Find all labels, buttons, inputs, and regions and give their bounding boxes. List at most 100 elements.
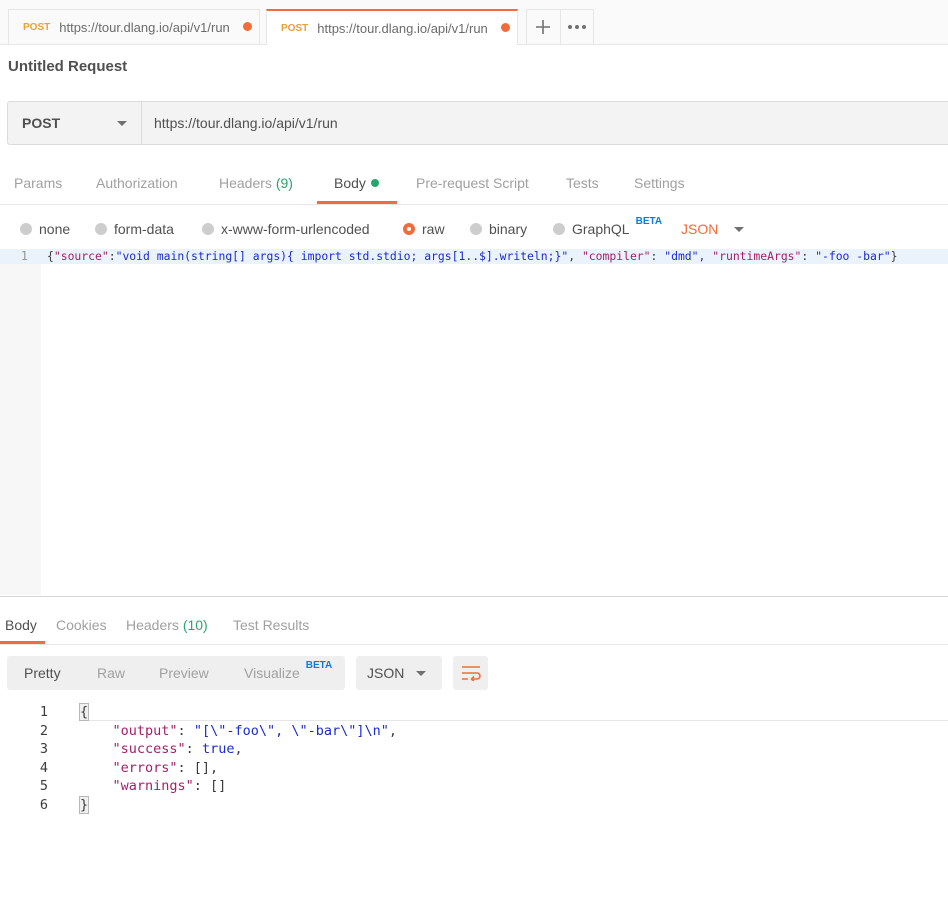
code-token: } bbox=[890, 249, 898, 263]
request-tab-active[interactable]: POST https://tour.dlang.io/api/v1/run bbox=[266, 9, 518, 45]
radio-raw-label: raw bbox=[422, 221, 445, 237]
tab-pre-request-script[interactable]: Pre-request Script bbox=[416, 162, 529, 204]
chevron-down-icon bbox=[416, 671, 426, 676]
request-title[interactable]: Untitled Request bbox=[8, 58, 127, 75]
editor-gutter bbox=[0, 249, 41, 595]
code-token: : bbox=[801, 249, 816, 263]
radio-form-data[interactable]: form-data bbox=[95, 212, 174, 246]
chevron-down-icon bbox=[117, 121, 127, 126]
tab-url-label: https://tour.dlang.io/api/v1/run bbox=[59, 19, 230, 35]
tab-headers[interactable]: Headers (9) bbox=[219, 162, 293, 204]
view-visualize-label: Visualize bbox=[244, 665, 300, 681]
view-preview-button[interactable]: Preview bbox=[159, 656, 209, 690]
response-tab-body[interactable]: Body bbox=[0, 605, 45, 644]
tab-tests[interactable]: Tests bbox=[566, 162, 599, 204]
radio-urlencoded[interactable]: x-www-form-urlencoded bbox=[202, 212, 370, 246]
tab-authorization[interactable]: Authorization bbox=[96, 162, 178, 204]
radio-circle-icon bbox=[470, 223, 482, 235]
body-indicator-dot-icon bbox=[370, 179, 379, 187]
code-token: "output" bbox=[112, 722, 178, 739]
code-token: : bbox=[650, 249, 665, 263]
unsaved-dot-icon bbox=[501, 23, 510, 32]
radio-form-data-label: form-data bbox=[114, 221, 174, 237]
method-select-value: POST bbox=[22, 115, 61, 131]
radio-circle-icon bbox=[95, 223, 107, 235]
request-body-editor[interactable]: 1 {"source":"void main(string[] args){ i… bbox=[0, 249, 948, 595]
url-input[interactable]: https://tour.dlang.io/api/v1/run bbox=[154, 102, 338, 144]
response-line-number: 4 bbox=[39, 759, 48, 776]
plus-icon bbox=[536, 20, 551, 34]
radio-raw[interactable]: raw bbox=[403, 212, 445, 246]
more-horizontal-icon bbox=[567, 25, 586, 29]
code-token: : [] bbox=[193, 778, 227, 794]
tab-body-label: Body bbox=[334, 175, 366, 191]
tab-options-button[interactable] bbox=[559, 10, 594, 44]
active-line-rule bbox=[80, 720, 948, 721]
code-token: , bbox=[388, 722, 398, 739]
response-view-switcher: Pretty Raw Preview Visualize BETA bbox=[7, 656, 345, 690]
response-line-number: 2 bbox=[39, 722, 48, 739]
radio-none[interactable]: none bbox=[20, 212, 70, 246]
response-tab-headers-label: Headers bbox=[126, 616, 179, 633]
code-token: "compiler" bbox=[581, 249, 651, 263]
chevron-down-icon bbox=[734, 226, 745, 232]
headers-count-badge: (9) bbox=[275, 175, 293, 191]
radio-urlencoded-label: x-www-form-urlencoded bbox=[221, 221, 370, 237]
code-token: , bbox=[234, 741, 243, 757]
code-token: : bbox=[185, 741, 202, 757]
body-type-selector: none form-data x-www-form-urlencoded raw… bbox=[0, 212, 948, 246]
response-tab-test-results[interactable]: Test Results bbox=[233, 605, 309, 644]
response-line: } bbox=[78, 795, 90, 814]
code-token: : [], bbox=[177, 759, 219, 776]
response-line-number: 1 bbox=[39, 704, 48, 720]
new-tab-button[interactable] bbox=[527, 10, 560, 44]
radio-binary-label: binary bbox=[489, 221, 528, 237]
radio-graphql-label: GraphQL bbox=[572, 221, 630, 237]
code-token: "success" bbox=[112, 741, 186, 757]
response-tab-cookies[interactable]: Cookies bbox=[56, 605, 107, 644]
url-bar: POST https://tour.dlang.io/api/v1/run bbox=[7, 101, 948, 145]
radio-graphql[interactable]: GraphQL BETA bbox=[553, 212, 662, 246]
response-format-value: JSON bbox=[367, 665, 405, 681]
view-pretty-button[interactable]: Pretty bbox=[24, 656, 61, 690]
response-tab-headers[interactable]: Headers (10) bbox=[126, 605, 208, 644]
view-visualize-button[interactable]: Visualize BETA bbox=[244, 656, 332, 690]
code-token: "runtimeArgs" bbox=[712, 249, 802, 263]
code-token: "source" bbox=[53, 249, 109, 263]
response-format-select[interactable]: JSON bbox=[356, 656, 442, 690]
radio-binary[interactable]: binary bbox=[470, 212, 527, 246]
wrap-lines-button[interactable] bbox=[453, 656, 488, 690]
request-tab[interactable]: POST https://tour.dlang.io/api/v1/run bbox=[8, 9, 260, 44]
tab-body[interactable]: Body bbox=[317, 162, 397, 204]
code-token: : bbox=[177, 722, 194, 739]
code-token: "errors" bbox=[112, 759, 178, 776]
code-token: , bbox=[568, 249, 582, 263]
request-tabs: Params Authorization Headers (9) Body Pr… bbox=[0, 162, 948, 205]
response-line: "errors": [], bbox=[80, 759, 219, 776]
response-line: "output": "[\"-foo\", \"-bar\"]\n", bbox=[80, 722, 398, 739]
code-token: { bbox=[78, 703, 90, 721]
code-token: "[\"-foo\", \"-bar\"]\n" bbox=[193, 722, 389, 739]
wrap-lines-icon bbox=[461, 666, 481, 681]
response-line-number: 5 bbox=[39, 778, 48, 794]
radio-circle-icon bbox=[20, 223, 32, 235]
code-token: "warnings" bbox=[112, 778, 194, 794]
radio-selected-icon bbox=[403, 223, 415, 235]
code-token: "dmd" bbox=[664, 249, 699, 263]
method-select[interactable]: POST bbox=[8, 102, 142, 144]
tab-method-label: POST bbox=[281, 22, 309, 34]
code-token: } bbox=[78, 795, 90, 814]
view-raw-button[interactable]: Raw bbox=[97, 656, 125, 690]
tab-params[interactable]: Params bbox=[14, 162, 62, 204]
body-language-select[interactable]: JSON bbox=[681, 212, 745, 246]
pane-divider[interactable] bbox=[0, 596, 948, 597]
code-token: { bbox=[47, 249, 54, 263]
tab-method-label: POST bbox=[23, 21, 51, 33]
tab-settings[interactable]: Settings bbox=[634, 162, 685, 204]
code-token: "void main(string[] args){ import std.st… bbox=[115, 249, 569, 263]
response-body-viewer[interactable]: 1 {2 "output": "[\"-foo\", \"-bar\"]\n", 3… bbox=[0, 702, 948, 822]
body-language-value: JSON bbox=[681, 221, 719, 237]
